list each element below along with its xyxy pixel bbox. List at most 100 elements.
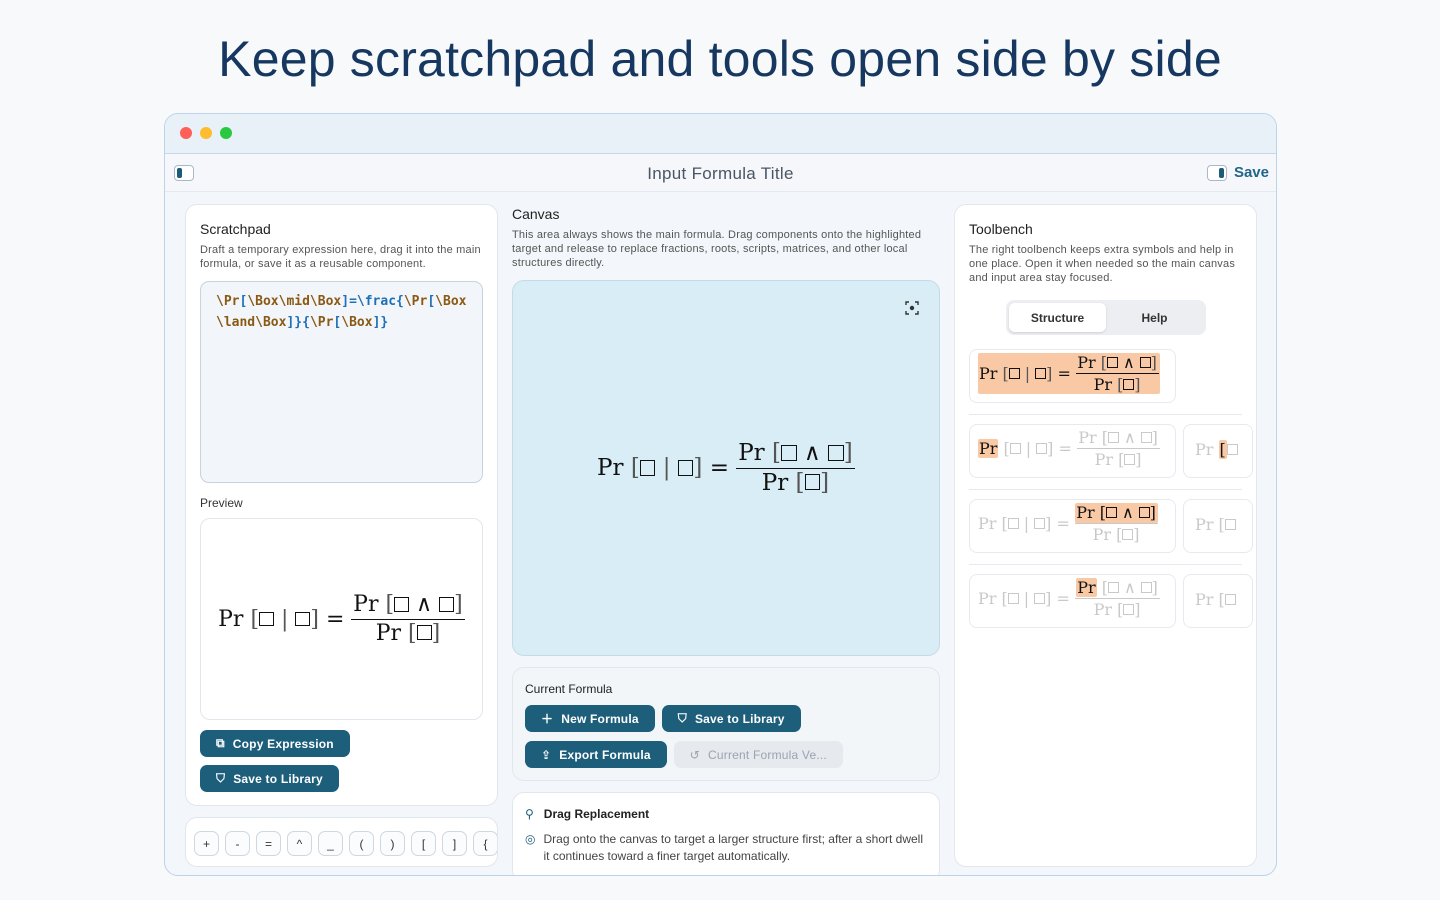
key-left-bracket[interactable]: [ xyxy=(411,831,436,856)
mid-symbol: | xyxy=(1023,588,1030,608)
divider xyxy=(969,414,1242,415)
structure-tile-partial[interactable]: Pr [ xyxy=(1183,499,1253,553)
mid-symbol: | xyxy=(1024,363,1031,383)
pr-operator: Pr xyxy=(1076,578,1097,597)
placeholder-box xyxy=(1140,582,1152,594)
key-minus[interactable]: - xyxy=(225,831,250,856)
pr-operator: Pr xyxy=(375,620,402,646)
new-formula-label: New Formula xyxy=(561,711,639,726)
placeholder-box xyxy=(804,474,821,491)
bracket: ] xyxy=(1045,513,1052,533)
tile-formula: Pr [ xyxy=(1195,515,1236,534)
code-token: \Pr xyxy=(216,294,240,309)
placeholder-box xyxy=(1034,517,1046,529)
canvas-title: Canvas xyxy=(512,206,560,222)
placeholder-box xyxy=(1008,367,1020,379)
key-equals[interactable]: = xyxy=(256,831,281,856)
equals-symbol: = xyxy=(709,455,729,481)
placeholder-box xyxy=(828,445,844,461)
tile-formula: Pr [ xyxy=(1195,440,1238,459)
copy-expression-button[interactable]: ⧉ Copy Expression xyxy=(200,730,350,757)
main-canvas[interactable]: Pr [ | ] = Pr [ ∧ ] Pr [] xyxy=(512,280,940,656)
land-symbol: ∧ xyxy=(1121,503,1134,522)
canvas-description: This area always shows the main formula.… xyxy=(512,229,922,269)
toolbench-tabs: Structure Help xyxy=(1006,300,1206,335)
bracket: ] xyxy=(1151,428,1158,447)
code-token: ]} xyxy=(372,315,389,330)
pr-operator: Pr xyxy=(1092,524,1112,544)
placeholder-box xyxy=(1007,592,1019,604)
minimize-window-button[interactable] xyxy=(200,127,212,139)
key-right-bracket[interactable]: ] xyxy=(442,831,467,856)
structure-tile-pr-left[interactable]: Pr [ | ] = Pr [ ∧ ] Pr [] xyxy=(969,424,1176,478)
current-formula-panel: Current Formula ＋ New Formula ⛉ Save to … xyxy=(512,667,940,781)
structure-tile-pr-numerator[interactable]: Pr [ | ] = Pr [ ∧ ] Pr [] xyxy=(969,574,1176,628)
formula-versions-label: Current Formula Ve... xyxy=(708,747,827,762)
land-symbol: ∧ xyxy=(1123,428,1136,447)
scratchpad-title: Scratchpad xyxy=(200,221,271,237)
placeholder-box xyxy=(1108,432,1119,444)
key-right-paren[interactable]: ) xyxy=(380,831,405,856)
check-circle-icon: ◎ xyxy=(525,832,536,846)
new-formula-button[interactable]: ＋ New Formula xyxy=(525,705,655,732)
copy-icon: ⧉ xyxy=(216,736,225,750)
land-symbol: ∧ xyxy=(1123,578,1136,597)
bracket: [ xyxy=(1218,440,1227,459)
land-symbol: ∧ xyxy=(803,440,821,467)
equals-symbol: = xyxy=(325,606,345,632)
placeholder-box xyxy=(1107,357,1118,369)
pr-operator: Pr xyxy=(1195,590,1214,609)
app-window: Input Formula Title Save Scratchpad Draf… xyxy=(164,113,1277,876)
equals-symbol: = xyxy=(1057,363,1071,383)
fraction: Pr [ ∧ ] Pr [] xyxy=(350,592,465,646)
main-formula[interactable]: Pr [ | ] = Pr [ ∧ ] Pr [] xyxy=(597,440,855,496)
placeholder-box xyxy=(1034,592,1046,604)
symbol-keyboard: + - = ^ _ ( ) [ ] { xyxy=(185,817,498,867)
bracket: ] xyxy=(1149,503,1156,522)
save-to-library-button[interactable]: ⛉ Save to Library xyxy=(661,705,801,732)
key-plus[interactable]: + xyxy=(194,831,219,856)
code-token: { xyxy=(396,294,404,309)
save-to-library-label: Save to Library xyxy=(694,711,785,726)
share-icon: ⇪ xyxy=(541,747,552,762)
save-button[interactable]: Save xyxy=(1234,164,1269,181)
placeholder-box xyxy=(1140,432,1152,444)
code-token: \Pr xyxy=(309,315,334,330)
focus-target-icon[interactable] xyxy=(905,301,919,315)
bracket: ] xyxy=(1046,363,1053,383)
key-caret[interactable]: ^ xyxy=(287,831,312,856)
tab-help[interactable]: Help xyxy=(1106,303,1203,332)
structure-tile-whole[interactable]: Pr [ | ] = Pr [ ∧ ] Pr [] xyxy=(969,349,1176,403)
key-underscore[interactable]: _ xyxy=(318,831,343,856)
structure-tile-partial[interactable]: Pr [ xyxy=(1183,574,1253,628)
structure-tile-bracket[interactable]: Pr [ xyxy=(1183,424,1253,478)
zoom-window-button[interactable] xyxy=(220,127,232,139)
divider xyxy=(969,489,1242,490)
land-symbol: ∧ xyxy=(416,592,433,618)
bracket: ] xyxy=(1045,588,1052,608)
code-token: \frac xyxy=(356,294,397,309)
toggle-toolbench-icon[interactable] xyxy=(1207,165,1227,181)
plus-icon: ＋ xyxy=(541,712,554,726)
title-bar xyxy=(165,114,1276,154)
placeholder-box xyxy=(639,460,656,476)
placeholder-box xyxy=(1007,517,1019,529)
formula-title-input[interactable]: Input Formula Title xyxy=(165,164,1276,184)
key-left-paren[interactable]: ( xyxy=(349,831,374,856)
formula-versions-button[interactable]: ↺ Current Formula Ve... xyxy=(673,741,843,768)
close-window-button[interactable] xyxy=(180,127,192,139)
equals-symbol: = xyxy=(1056,513,1070,533)
placeholder-box xyxy=(1226,444,1238,455)
tab-structure[interactable]: Structure xyxy=(1009,303,1106,332)
pr-operator: Pr xyxy=(1076,503,1095,522)
tile-formula: Pr [ | ] = Pr [ ∧ ] Pr [] xyxy=(978,503,1158,544)
export-formula-button[interactable]: ⇪ Export Formula xyxy=(525,741,667,768)
scratchpad-editor[interactable]: \Pr[\Box\mid\Box]=\frac{\Pr[\Box\land\Bo… xyxy=(200,281,483,483)
drag-replacement-panel: ⚲ Drag Replacement ◎ Drag onto the canva… xyxy=(512,792,940,875)
pr-operator: Pr xyxy=(979,363,998,383)
mid-symbol: | xyxy=(1025,438,1032,458)
scratchpad-save-to-library-button[interactable]: ⛉ Save to Library xyxy=(200,765,339,792)
structure-tile-numerator[interactable]: Pr [ | ] = Pr [ ∧ ] Pr [] xyxy=(969,499,1176,553)
key-left-brace[interactable]: { xyxy=(473,831,497,856)
mid-symbol: | xyxy=(662,455,671,481)
